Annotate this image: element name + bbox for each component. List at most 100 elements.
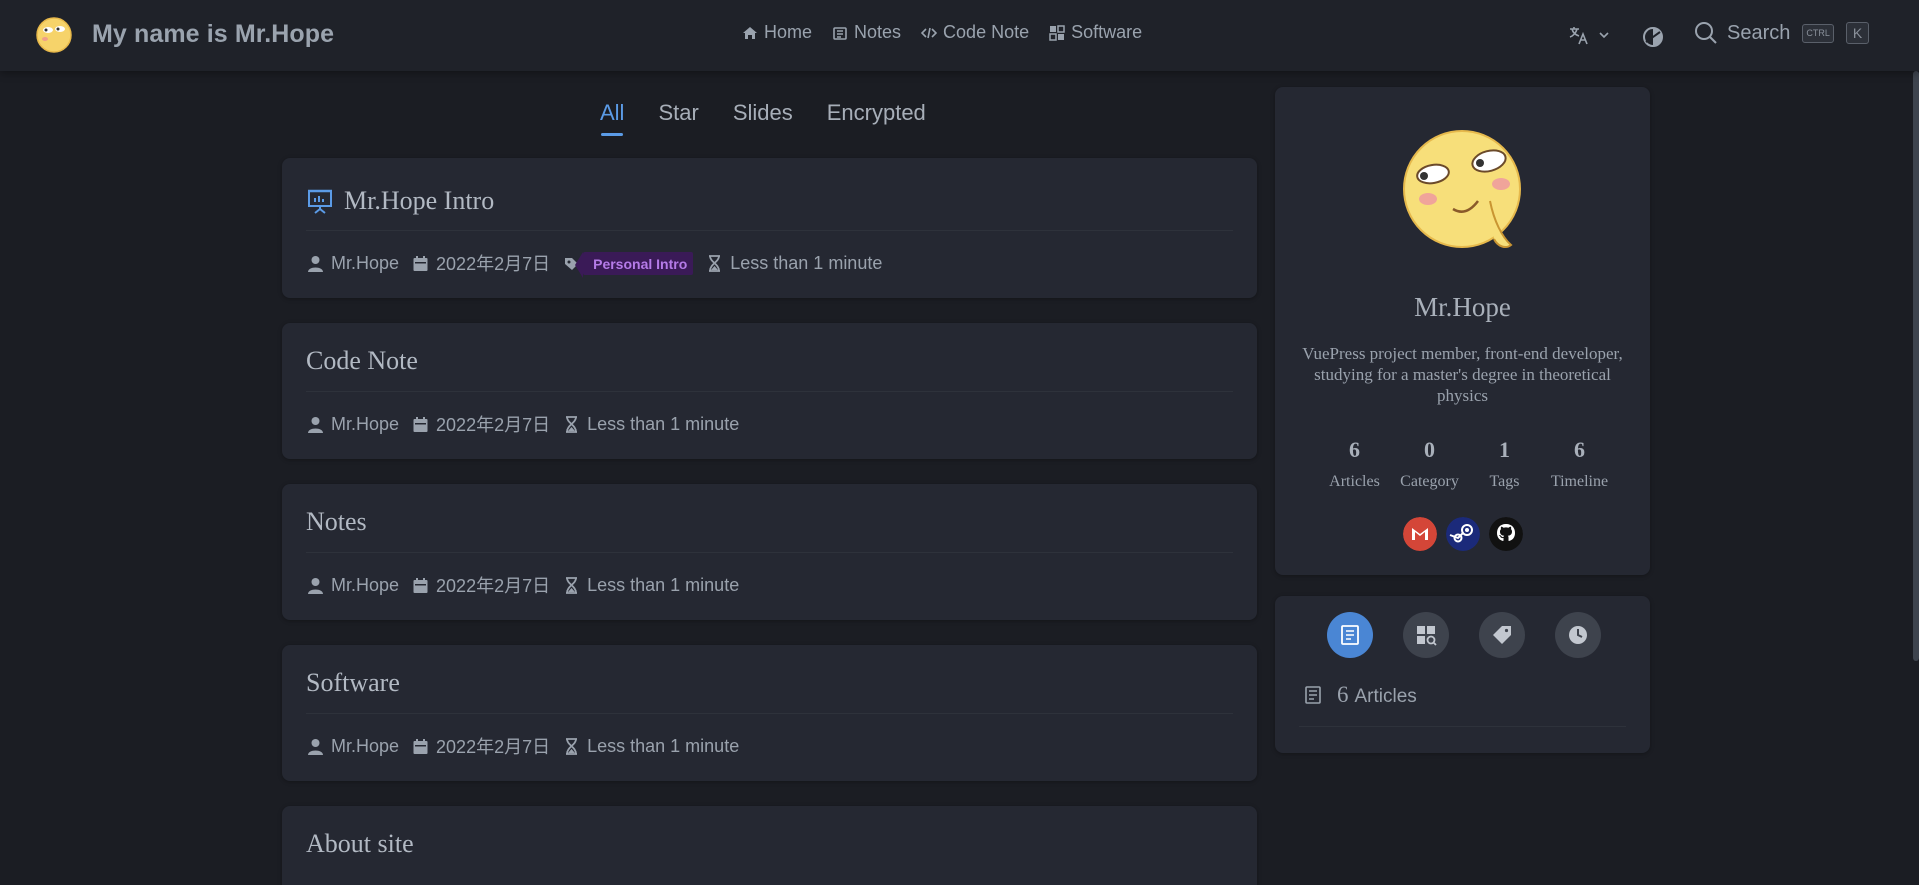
- article-count-label: Articles: [1354, 686, 1417, 707]
- search-label: Search: [1727, 21, 1791, 44]
- article-card[interactable]: About site: [282, 806, 1257, 885]
- article-title-link[interactable]: About site: [306, 829, 414, 859]
- stat-value: 1: [1499, 437, 1510, 462]
- calendar-icon: [413, 255, 428, 271]
- info-panel-switcher: [1327, 612, 1601, 658]
- article-date: 2022年2月7日: [436, 737, 551, 757]
- calendar-icon: [413, 738, 428, 754]
- tag-badge[interactable]: Personal Intro: [575, 251, 694, 278]
- date-info: 2022年2月7日: [413, 733, 550, 759]
- stat-label: Articles: [1329, 473, 1380, 490]
- article-card[interactable]: Code Note Mr.Hope 2022年2月7日 Less than 1 …: [282, 323, 1257, 459]
- article-date: 2022年2月7日: [436, 254, 551, 274]
- divider: [306, 391, 1233, 392]
- article-icon: [1305, 686, 1321, 704]
- notes-icon: [833, 26, 847, 40]
- stat-value: 0: [1424, 437, 1435, 462]
- article-title-link[interactable]: Notes: [306, 507, 367, 537]
- nav-notes-label: Notes: [854, 22, 902, 42]
- divider: [306, 230, 1233, 231]
- article-count: 6: [1337, 682, 1349, 707]
- author-icon: [308, 416, 323, 433]
- article-count-summary: 6 Articles: [1305, 682, 1417, 708]
- chevron-down-icon: [1599, 32, 1609, 39]
- ctrl-key: CTRL: [1802, 23, 1834, 43]
- timeline-button[interactable]: [1555, 612, 1601, 658]
- tab-slides[interactable]: Slides: [733, 100, 793, 126]
- article-meta: Mr.Hope 2022年2月7日 Less than 1 minute: [308, 411, 739, 437]
- stat-tags[interactable]: 1 Tags: [1467, 437, 1542, 491]
- software-icon: [1049, 24, 1065, 41]
- date-info: 2022年2月7日: [413, 250, 550, 276]
- hourglass-icon: [566, 576, 578, 594]
- search-button[interactable]: Search CTRL K: [1693, 20, 1870, 46]
- tab-star[interactable]: Star: [658, 100, 698, 126]
- nav-software-label: Software: [1071, 22, 1143, 42]
- article-type-tabs: All Star Slides Encrypted: [600, 100, 926, 136]
- article-title-link[interactable]: Code Note: [306, 346, 418, 376]
- article-title-link[interactable]: Software: [306, 668, 400, 698]
- stat-articles[interactable]: 6 Articles: [1317, 437, 1392, 491]
- brand-link[interactable]: My name is Mr.Hope: [34, 14, 334, 54]
- tag-button[interactable]: [1479, 612, 1525, 658]
- author-name: Mr.Hope: [331, 735, 400, 756]
- tag-icon: [1493, 626, 1511, 644]
- navbar: My name is Mr.Hope Home Notes Code Note …: [0, 0, 1919, 71]
- tab-encrypted[interactable]: Encrypted: [827, 100, 926, 126]
- article-card[interactable]: Software Mr.Hope 2022年2月7日 Less than 1 m…: [282, 645, 1257, 781]
- nav-software[interactable]: Software: [1049, 22, 1142, 43]
- logo-icon: [36, 17, 72, 53]
- main-nav: Home Notes Code Note Software: [742, 22, 1142, 43]
- article-meta: Mr.Hope 2022年2月7日 Less than 1 minute: [308, 572, 739, 598]
- profile-description: VuePress project member, front-end devel…: [1302, 344, 1623, 405]
- stat-timeline[interactable]: 6 Timeline: [1542, 437, 1617, 491]
- reading-time: Less than 1 minute: [730, 252, 883, 273]
- nav-code-note-label: Code Note: [943, 22, 1030, 42]
- article-title: Code Note: [306, 346, 418, 375]
- steam-icon[interactable]: [1446, 517, 1480, 551]
- tab-all[interactable]: All: [600, 100, 624, 136]
- reading-time-info: Less than 1 minute: [564, 414, 739, 435]
- stat-label: Tags: [1489, 473, 1520, 490]
- stat-value: 6: [1574, 437, 1585, 462]
- nav-code-note[interactable]: Code Note: [921, 22, 1029, 43]
- article-list-button[interactable]: [1327, 612, 1373, 658]
- article-card[interactable]: Mr.Hope Intro Mr.Hope 2022年2月7日 Personal…: [282, 158, 1257, 298]
- author-icon: [308, 255, 323, 272]
- stat-category[interactable]: 0 Category: [1392, 437, 1467, 491]
- date-info: 2022年2月7日: [413, 572, 550, 598]
- divider: [306, 713, 1233, 714]
- article-title: Software: [306, 668, 400, 697]
- nav-notes[interactable]: Notes: [832, 22, 901, 43]
- reading-time: Less than 1 minute: [587, 735, 740, 756]
- stat-value: 6: [1349, 437, 1360, 462]
- timeline-icon: [1569, 626, 1587, 644]
- nav-home[interactable]: Home: [742, 22, 812, 43]
- info-panel: 6 Articles: [1275, 596, 1650, 753]
- calendar-icon: [413, 577, 428, 593]
- reading-time-info: Less than 1 minute: [564, 736, 739, 757]
- social-links: [1403, 517, 1523, 551]
- profile-name: Mr.Hope: [1414, 292, 1511, 322]
- date-info: 2022年2月7日: [413, 411, 550, 437]
- category-icon: [1417, 626, 1437, 646]
- scrollbar-thumb[interactable]: [1913, 71, 1919, 661]
- reading-time: Less than 1 minute: [587, 413, 740, 434]
- nav-home-label: Home: [764, 22, 813, 42]
- language-dropdown[interactable]: [1568, 24, 1610, 46]
- theme-toggle-icon[interactable]: [1640, 24, 1666, 50]
- slides-icon: [308, 189, 332, 214]
- article-card[interactable]: Notes Mr.Hope 2022年2月7日 Less than 1 minu…: [282, 484, 1257, 620]
- author-info: Mr.Hope: [308, 253, 399, 274]
- category-button[interactable]: [1403, 612, 1449, 658]
- article-date: 2022年2月7日: [436, 576, 551, 596]
- github-icon[interactable]: [1489, 517, 1523, 551]
- author-info: Mr.Hope: [308, 736, 399, 757]
- author-name: Mr.Hope: [331, 574, 400, 595]
- blogger-profile: Mr.Hope VuePress project member, front-e…: [1275, 87, 1650, 575]
- gmail-icon[interactable]: [1403, 517, 1437, 551]
- article-title-link[interactable]: Mr.Hope Intro: [306, 186, 494, 216]
- search-icon: [1695, 22, 1717, 44]
- avatar[interactable]: [1398, 121, 1528, 251]
- author-name: Mr.Hope: [331, 252, 400, 273]
